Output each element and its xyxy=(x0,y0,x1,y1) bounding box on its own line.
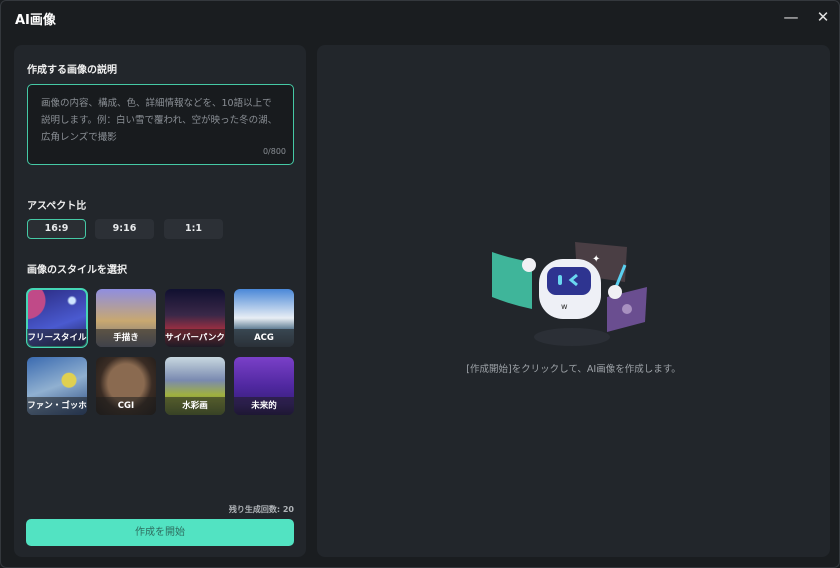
aspect-label: アスペクト比 xyxy=(27,197,86,212)
svg-text:w: w xyxy=(561,302,568,311)
description-label: 作成する画像の説明 xyxy=(27,61,117,76)
description-placeholder: 画像の内容、構成、色、詳細情報などを、10語以上で説明します。例：白い雪で覆われ… xyxy=(41,95,280,146)
settings-panel: 作成する画像の説明 画像の内容、構成、色、詳細情報などを、10語以上で説明します… xyxy=(14,45,306,557)
robot-illustration-icon: ✦ w xyxy=(487,237,657,347)
start-button[interactable]: 作成を開始 xyxy=(26,519,294,546)
style-label: 画像のスタイルを選択 xyxy=(27,261,127,276)
minimize-icon: — xyxy=(784,8,799,26)
svg-text:✦: ✦ xyxy=(592,254,600,265)
aspect-9-16[interactable]: 9:16 xyxy=(95,219,154,239)
aspect-1-1[interactable]: 1:1 xyxy=(164,219,223,239)
style-van-gogh[interactable]: ファン・ゴッホ xyxy=(27,357,87,415)
style-acg[interactable]: ACG xyxy=(234,289,294,347)
minimize-button[interactable]: — xyxy=(781,7,801,27)
aspect-16-9[interactable]: 16:9 xyxy=(27,219,86,239)
style-watercolor[interactable]: 水彩画 xyxy=(165,357,225,415)
ai-image-window: AI画像 — ✕ 作成する画像の説明 画像の内容、構成、色、詳細情報などを、10… xyxy=(0,0,840,568)
description-input[interactable]: 画像の内容、構成、色、詳細情報などを、10語以上で説明します。例：白い雪で覆われ… xyxy=(27,84,294,165)
remaining-count: 残り生成回数: 20 xyxy=(229,504,294,515)
style-cgi[interactable]: CGI xyxy=(96,357,156,415)
char-counter: 0/800 xyxy=(263,143,286,160)
close-icon: ✕ xyxy=(817,8,830,26)
style-cyberpunk[interactable]: サイバーパンク xyxy=(165,289,225,347)
style-futuristic[interactable]: 未来的 xyxy=(234,357,294,415)
style-freestyle[interactable]: フリースタイル xyxy=(27,289,87,347)
hint-text: [作成開始]をクリックして、AI画像を作成します。 xyxy=(317,361,830,375)
close-button[interactable]: ✕ xyxy=(813,7,833,27)
preview-panel: ✦ w [作成開始]をクリックして、AI画像を作成します。 xyxy=(317,45,830,557)
style-hand-drawn[interactable]: 手描き xyxy=(96,289,156,347)
window-title: AI画像 xyxy=(15,9,56,28)
